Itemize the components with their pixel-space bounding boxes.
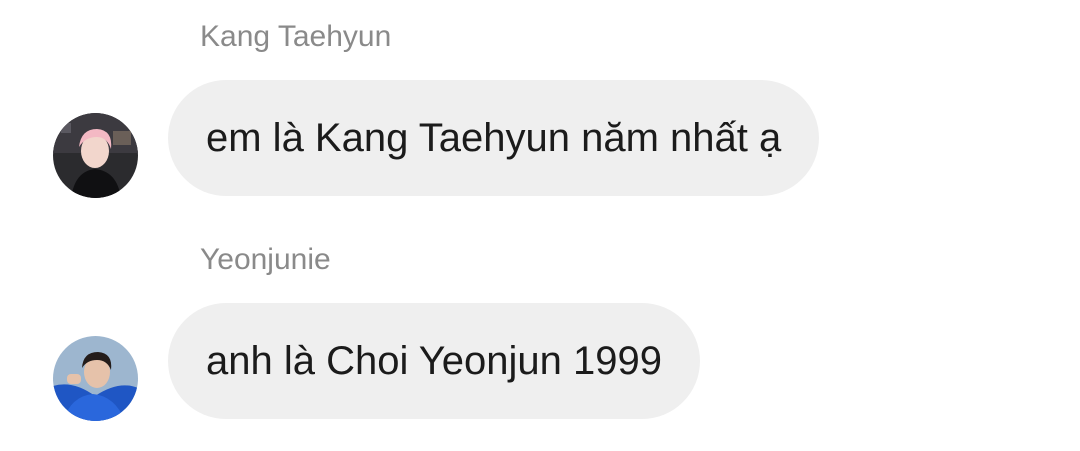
- profile-photo-icon: [53, 336, 138, 421]
- message-bubble[interactable]: em là Kang Taehyun năm nhất ạ: [168, 80, 820, 196]
- avatar-yeonjunie[interactable]: [53, 336, 138, 421]
- profile-photo-icon: [53, 113, 138, 198]
- sender-name[interactable]: Kang Taehyun: [200, 22, 391, 52]
- sender-name[interactable]: Yeonjunie: [200, 245, 331, 275]
- message-bubble[interactable]: anh là Choi Yeonjun 1999: [168, 303, 700, 419]
- avatar-kang-taehyun[interactable]: [53, 113, 138, 198]
